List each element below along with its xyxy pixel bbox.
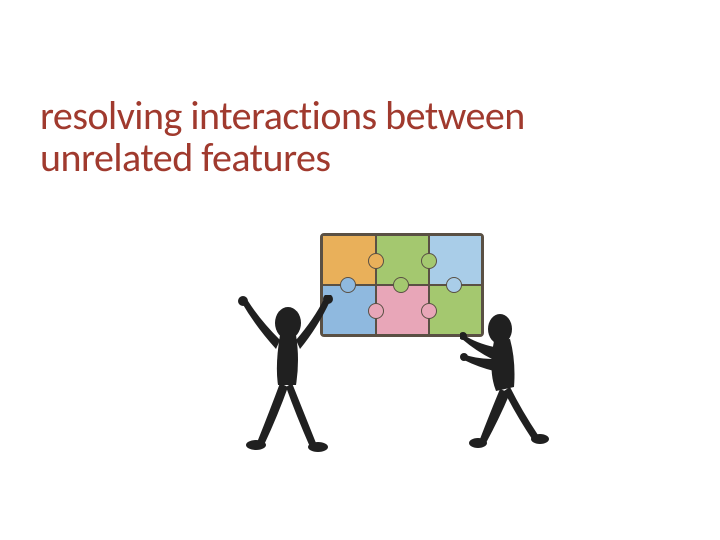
puzzle-knob [368, 303, 384, 319]
illustration [230, 225, 550, 455]
figure-right-icon [460, 305, 560, 455]
figure-left-icon [230, 295, 340, 455]
puzzle-knob [421, 253, 437, 269]
slide: resolving interactions between unrelated… [0, 0, 720, 540]
puzzle-knob [340, 277, 356, 293]
puzzle-knob [368, 253, 384, 269]
slide-title: resolving interactions between unrelated… [40, 95, 680, 179]
puzzle-knob [393, 277, 409, 293]
puzzle-knob [421, 303, 437, 319]
puzzle-knob [446, 277, 462, 293]
